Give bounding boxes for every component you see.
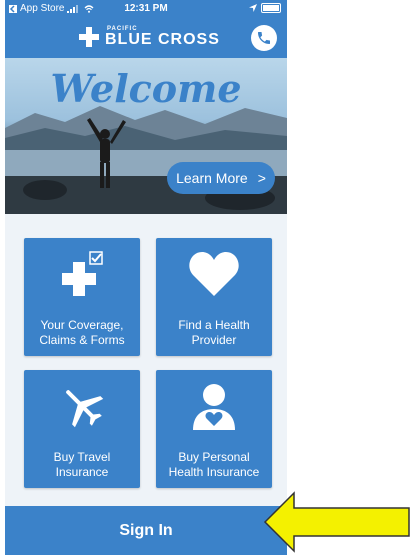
logo-cross-icon [79, 27, 99, 47]
sign-in-button[interactable]: Sign In [5, 506, 287, 555]
medical-cross-check-icon [24, 250, 140, 300]
pacific-blue-cross-logo: PACIFIC BLUE CROSS [79, 26, 220, 48]
tile-label: Find a Health Provider [178, 318, 250, 347]
learn-more-label: Learn More [176, 170, 248, 186]
chevron-right-icon: > [257, 170, 266, 186]
welcome-heading: Welcome [50, 66, 242, 111]
phone-icon [258, 32, 270, 44]
yellow-arrow-annotation [263, 491, 410, 553]
tile-label: Buy Travel Insurance [53, 450, 111, 479]
status-right [249, 3, 281, 13]
battery-icon [261, 3, 281, 13]
app-screen: App Store 12:31 PM PACIFIC BLUE CROSS We… [5, 0, 287, 555]
airplane-icon [24, 382, 140, 432]
call-button[interactable] [251, 25, 277, 51]
app-header: PACIFIC BLUE CROSS [5, 18, 287, 58]
heart-icon [156, 250, 272, 300]
tile-label: Buy Personal Health Insurance [168, 450, 260, 479]
status-bar: App Store 12:31 PM [5, 0, 287, 18]
status-time: 12:31 PM [124, 3, 168, 14]
learn-more-button[interactable]: Learn More > [167, 162, 275, 194]
menu-grid: Your Coverage, Claims & Forms Find a Hea… [24, 238, 274, 488]
logo-main-text: BLUE CROSS [105, 31, 220, 48]
welcome-banner: Welcome Learn More > [5, 58, 287, 214]
tile-buy-personal-health-insurance[interactable]: Buy Personal Health Insurance [156, 370, 272, 488]
person-heart-icon [156, 382, 272, 432]
tile-find-health-provider[interactable]: Find a Health Provider [156, 238, 272, 356]
tile-label: Your Coverage, Claims & Forms [39, 318, 125, 347]
tile-coverage-claims-forms[interactable]: Your Coverage, Claims & Forms [24, 238, 140, 356]
location-icon [249, 4, 257, 12]
tile-buy-travel-insurance[interactable]: Buy Travel Insurance [24, 370, 140, 488]
